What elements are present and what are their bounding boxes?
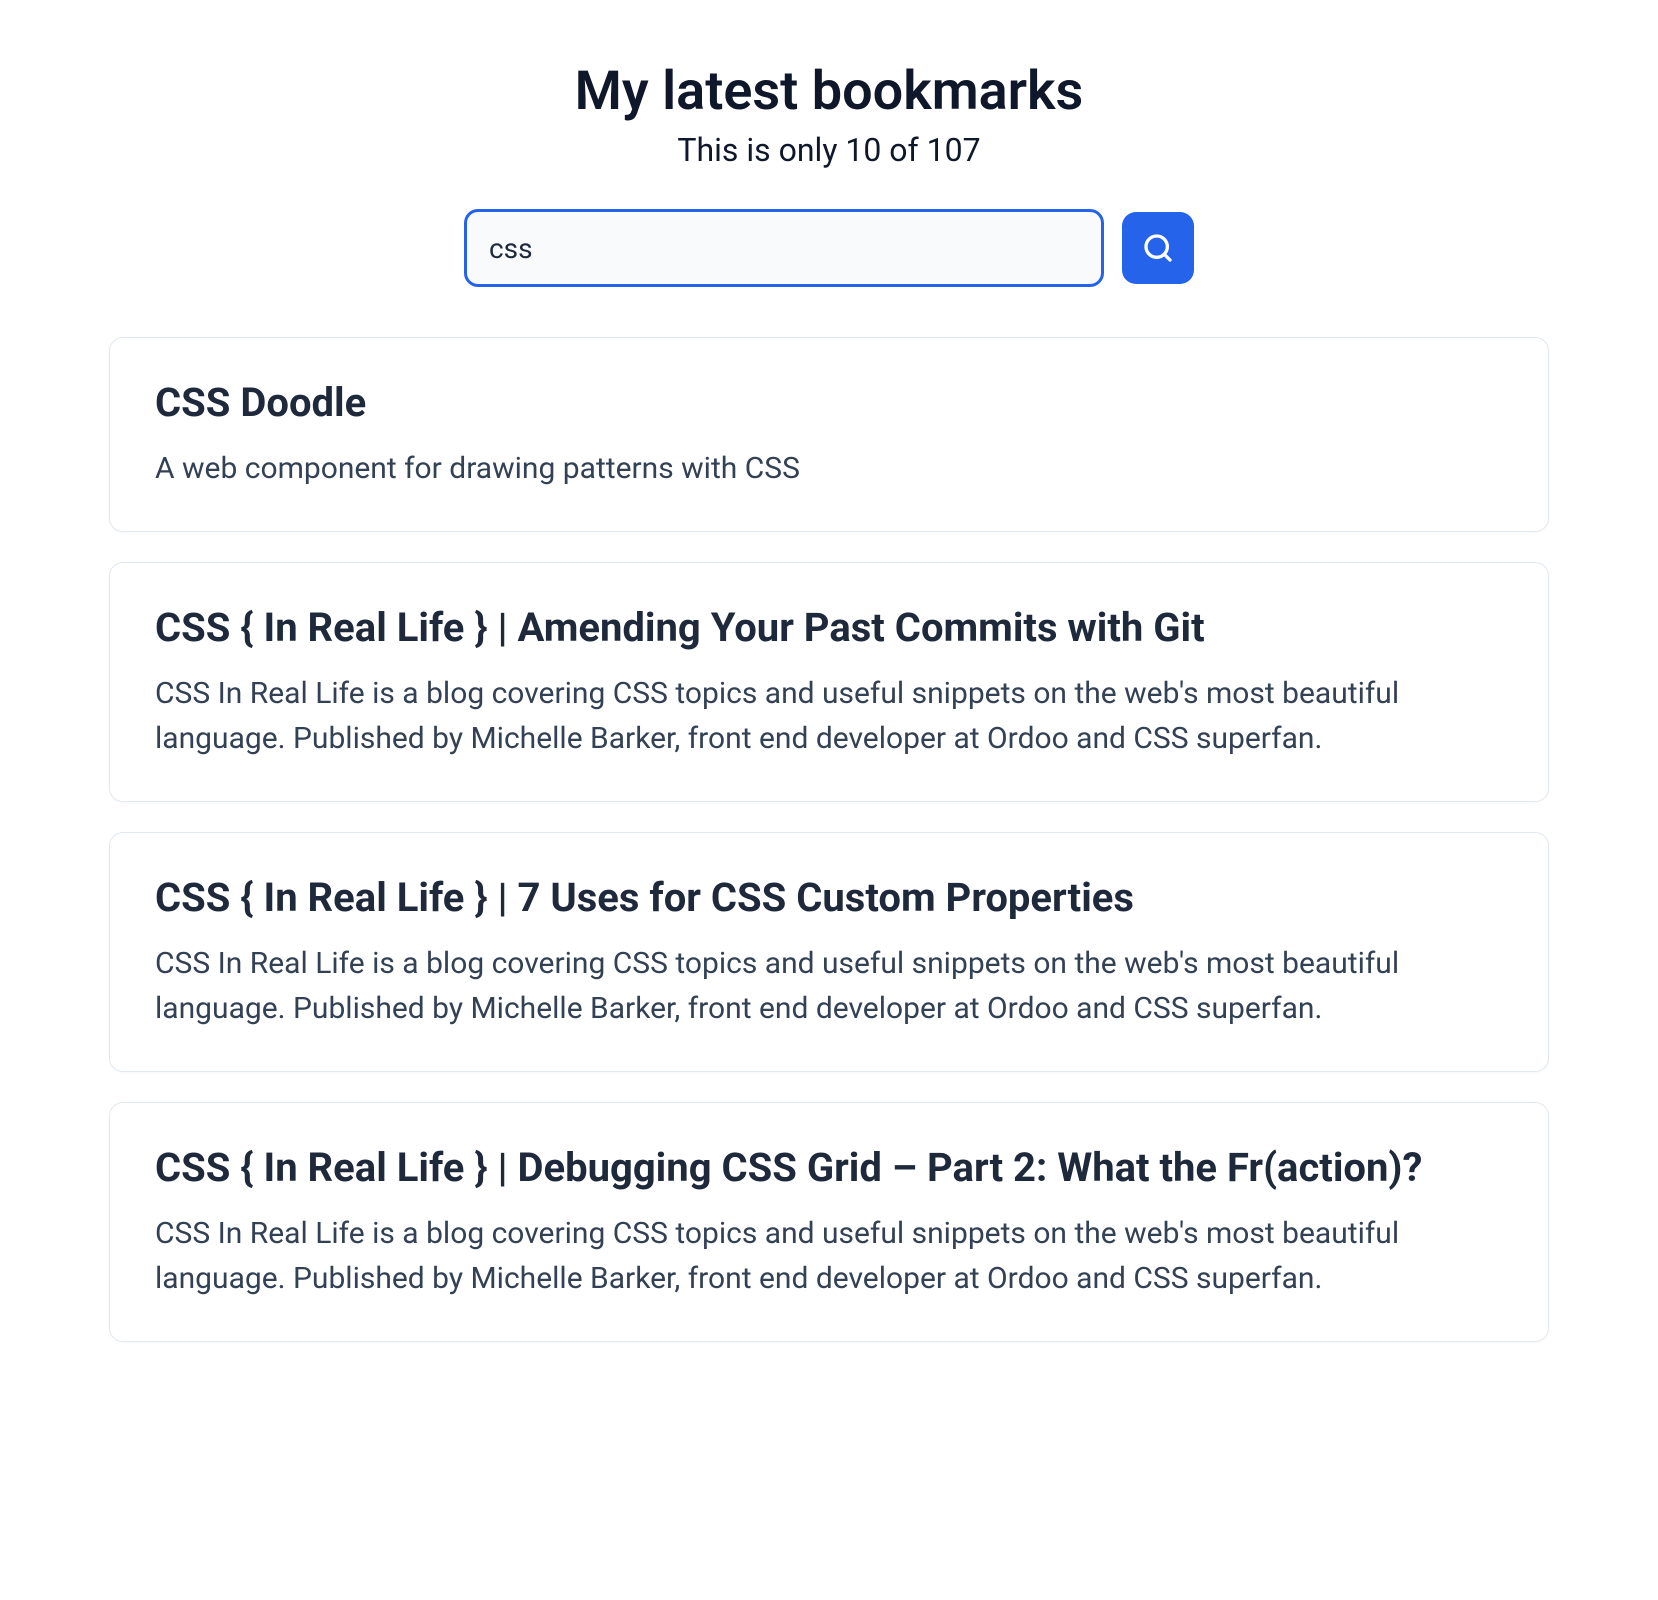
page-title: My latest bookmarks — [109, 60, 1549, 123]
page-header: My latest bookmarks This is only 10 of 1… — [109, 60, 1549, 169]
bookmark-title: CSS { In Real Life } | Debugging CSS Gri… — [155, 1143, 1503, 1193]
page-subtitle: This is only 10 of 107 — [109, 131, 1549, 169]
search-row — [109, 209, 1549, 287]
bookmark-card[interactable]: CSS { In Real Life } | Debugging CSS Gri… — [109, 1102, 1549, 1342]
search-input[interactable] — [464, 209, 1104, 287]
bookmark-list: CSS Doodle A web component for drawing p… — [109, 337, 1549, 1342]
bookmark-title: CSS Doodle — [155, 378, 1503, 428]
bookmark-card[interactable]: CSS { In Real Life } | 7 Uses for CSS Cu… — [109, 832, 1549, 1072]
bookmark-description: CSS In Real Life is a blog covering CSS … — [155, 1211, 1503, 1301]
bookmark-description: CSS In Real Life is a blog covering CSS … — [155, 941, 1503, 1031]
search-icon — [1142, 232, 1174, 264]
bookmark-description: A web component for drawing patterns wit… — [155, 446, 1503, 491]
bookmark-description: CSS In Real Life is a blog covering CSS … — [155, 671, 1503, 761]
bookmark-title: CSS { In Real Life } | 7 Uses for CSS Cu… — [155, 873, 1503, 923]
bookmark-card[interactable]: CSS { In Real Life } | Amending Your Pas… — [109, 562, 1549, 802]
search-button[interactable] — [1122, 212, 1194, 284]
bookmark-title: CSS { In Real Life } | Amending Your Pas… — [155, 603, 1503, 653]
bookmark-card[interactable]: CSS Doodle A web component for drawing p… — [109, 337, 1549, 532]
